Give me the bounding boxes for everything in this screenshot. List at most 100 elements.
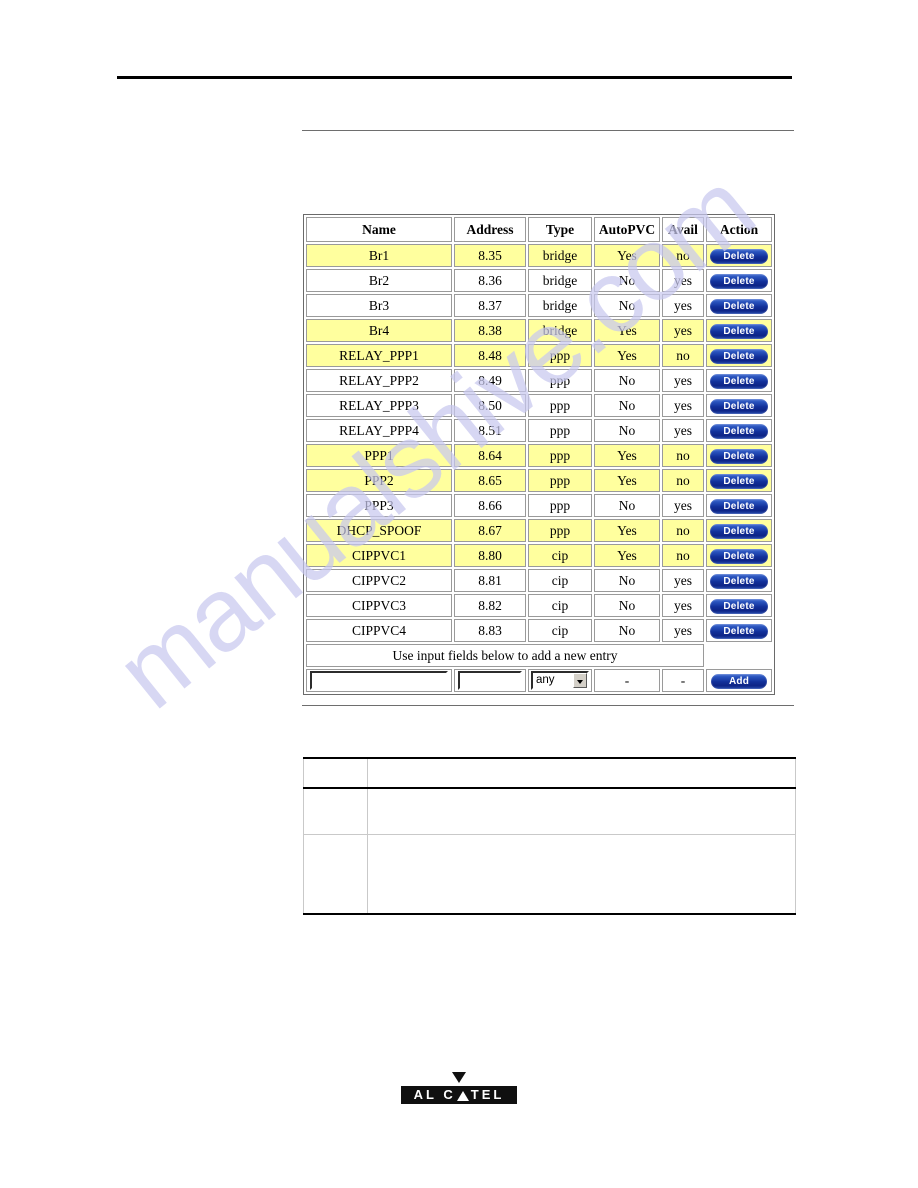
delete-button[interactable]: Delete	[710, 323, 768, 339]
table-row: PPP2 8.65 ppp Yes no Delete	[306, 469, 772, 492]
cell-autopvc: No	[594, 269, 660, 292]
cell-action: Delete	[706, 344, 772, 367]
cell-autopvc: Yes	[594, 444, 660, 467]
cell-autopvc: No	[594, 569, 660, 592]
table-row: Br4 8.38 bridge Yes yes Delete	[306, 319, 772, 342]
new-action-cell: Add	[706, 669, 772, 692]
cell-avail: yes	[662, 569, 704, 592]
section-rule-lower	[302, 705, 794, 706]
cell-autopvc: Yes	[594, 544, 660, 567]
delete-button[interactable]: Delete	[710, 548, 768, 564]
cell-type: ppp	[528, 519, 592, 542]
lower-cell-1-1	[303, 788, 368, 835]
cell-avail: yes	[662, 594, 704, 617]
cell-avail: yes	[662, 394, 704, 417]
cell-avail: yes	[662, 369, 704, 392]
delete-button[interactable]: Delete	[710, 373, 768, 389]
cell-address: 8.51	[454, 419, 526, 442]
cell-type: bridge	[528, 269, 592, 292]
delete-button[interactable]: Delete	[710, 248, 768, 264]
new-name-input[interactable]	[310, 671, 448, 690]
table-row: CIPPVC2 8.81 cip No yes Delete	[306, 569, 772, 592]
cell-action: Delete	[706, 369, 772, 392]
new-address-input[interactable]	[458, 671, 522, 690]
table-row: DHCP_SPOOF 8.67 ppp Yes no Delete	[306, 519, 772, 542]
cell-autopvc: No	[594, 619, 660, 642]
table-row: RELAY_PPP4 8.51 ppp No yes Delete	[306, 419, 772, 442]
delete-button[interactable]: Delete	[710, 473, 768, 489]
table-row: PPP1 8.64 ppp Yes no Delete	[306, 444, 772, 467]
new-type-selected-value: any	[536, 674, 555, 686]
cell-type: cip	[528, 544, 592, 567]
cell-name: CIPPVC2	[306, 569, 452, 592]
table-row: CIPPVC4 8.83 cip No yes Delete	[306, 619, 772, 642]
delete-button[interactable]: Delete	[710, 273, 768, 289]
cell-name: DHCP_SPOOF	[306, 519, 452, 542]
cell-address: 8.35	[454, 244, 526, 267]
cell-avail: yes	[662, 619, 704, 642]
alcatel-letters-before: AL C	[413, 1087, 456, 1102]
table-row: RELAY_PPP2 8.49 ppp No yes Delete	[306, 369, 772, 392]
table-row: Br3 8.37 bridge No yes Delete	[306, 294, 772, 317]
add-entry-note-row: Use input fields below to add a new entr…	[306, 644, 772, 667]
cell-action: Delete	[706, 619, 772, 642]
cell-action: Delete	[706, 444, 772, 467]
delete-button[interactable]: Delete	[710, 348, 768, 364]
cell-address: 8.49	[454, 369, 526, 392]
cell-action: Delete	[706, 494, 772, 517]
delete-button[interactable]: Delete	[710, 448, 768, 464]
cell-action: Delete	[706, 519, 772, 542]
delete-button[interactable]: Delete	[710, 598, 768, 614]
cell-type: ppp	[528, 394, 592, 417]
page-header-rule	[117, 76, 792, 79]
new-type-select[interactable]: any	[531, 671, 589, 690]
delete-button[interactable]: Delete	[710, 523, 768, 539]
delete-button[interactable]: Delete	[710, 623, 768, 639]
cell-name: Br1	[306, 244, 452, 267]
add-button[interactable]: Add	[711, 673, 767, 689]
table-row: CIPPVC1 8.80 cip Yes no Delete	[306, 544, 772, 567]
lower-cell-2-1	[303, 834, 368, 915]
cell-type: ppp	[528, 369, 592, 392]
triangle-down-icon	[452, 1072, 466, 1083]
delete-button[interactable]: Delete	[710, 498, 768, 514]
cell-avail: no	[662, 519, 704, 542]
cell-name: CIPPVC1	[306, 544, 452, 567]
table-row: RELAY_PPP1 8.48 ppp Yes no Delete	[306, 344, 772, 367]
column-header-type: Type	[528, 217, 592, 242]
cell-name: PPP2	[306, 469, 452, 492]
cell-autopvc: Yes	[594, 344, 660, 367]
new-name-cell	[306, 669, 452, 692]
cell-name: RELAY_PPP3	[306, 394, 452, 417]
cell-name: Br3	[306, 294, 452, 317]
cell-address: 8.83	[454, 619, 526, 642]
cell-avail: yes	[662, 269, 704, 292]
chevron-down-icon[interactable]	[573, 673, 587, 688]
cell-action: Delete	[706, 319, 772, 342]
delete-button[interactable]: Delete	[710, 573, 768, 589]
cell-avail: yes	[662, 494, 704, 517]
cell-address: 8.65	[454, 469, 526, 492]
cell-name: PPP1	[306, 444, 452, 467]
cell-action: Delete	[706, 594, 772, 617]
cell-action: Delete	[706, 394, 772, 417]
table-footer-body: Use input fields below to add a new entr…	[306, 644, 772, 692]
cell-avail: no	[662, 444, 704, 467]
section-rule-upper	[302, 130, 794, 131]
delete-button[interactable]: Delete	[710, 298, 768, 314]
cell-autopvc: Yes	[594, 319, 660, 342]
cell-type: cip	[528, 594, 592, 617]
cell-name: RELAY_PPP4	[306, 419, 452, 442]
column-header-action: Action	[706, 217, 772, 242]
column-header-address: Address	[454, 217, 526, 242]
alcatel-wordmark: AL C TEL	[401, 1086, 517, 1104]
lower-reference-panel	[303, 757, 796, 915]
add-entry-note-spacer	[706, 644, 772, 667]
delete-button[interactable]: Delete	[710, 423, 768, 439]
cell-type: bridge	[528, 294, 592, 317]
new-type-cell: any	[528, 669, 592, 692]
cell-name: CIPPVC3	[306, 594, 452, 617]
cell-address: 8.50	[454, 394, 526, 417]
delete-button[interactable]: Delete	[710, 398, 768, 414]
table-row: Br1 8.35 bridge Yes no Delete	[306, 244, 772, 267]
